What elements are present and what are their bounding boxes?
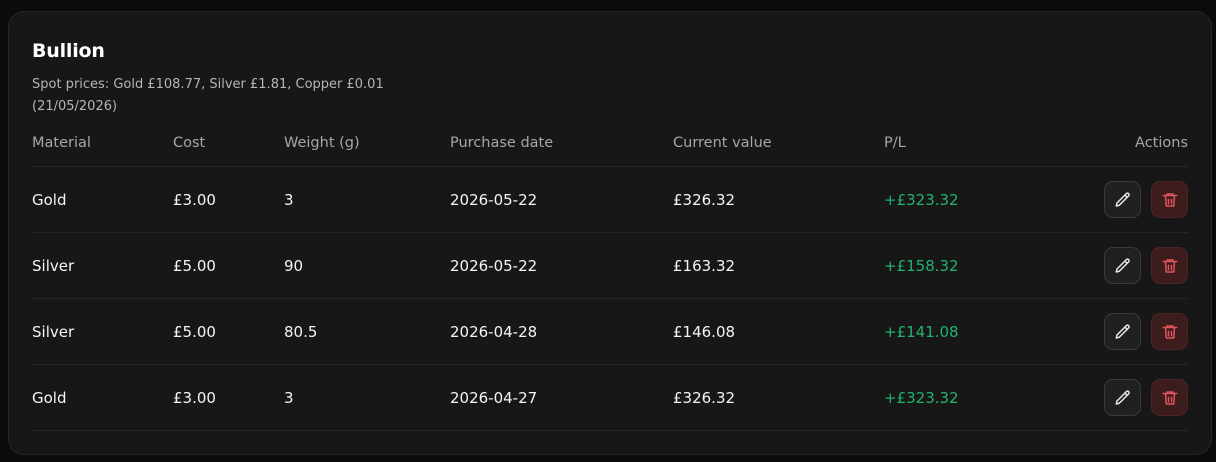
table-header: Material Cost Weight (g) Purchase date C…	[32, 134, 1188, 167]
delete-button[interactable]	[1151, 181, 1188, 218]
weight-cell: 80.5	[284, 322, 318, 341]
actions-cell	[1104, 365, 1188, 430]
trash-icon	[1162, 258, 1177, 273]
column-header-actions: Actions	[1135, 135, 1188, 151]
table-row: Gold £3.00 3 2026-05-22 £326.32 +£323.32	[32, 167, 1188, 233]
current-value-cell: £146.08	[673, 322, 736, 341]
pl-cell: +£158.32	[884, 256, 959, 275]
pl-cell: +£323.32	[884, 388, 959, 407]
trash-icon	[1162, 324, 1177, 339]
purchase-date-cell: 2026-04-28	[450, 322, 538, 341]
pl-cell: +£323.32	[884, 190, 959, 209]
bullion-card: Bullion Spot prices: Gold £108.77, Silve…	[8, 11, 1212, 455]
purchase-date-cell: 2026-05-22	[450, 256, 538, 275]
spot-prices-text: Spot prices: Gold £108.77, Silver £1.81,…	[32, 77, 384, 114]
edit-button[interactable]	[1104, 181, 1141, 218]
bullion-table: Material Cost Weight (g) Purchase date C…	[32, 134, 1188, 431]
table-row: Gold £3.00 3 2026-04-27 £326.32 +£323.32	[32, 365, 1188, 431]
pencil-icon	[1115, 389, 1130, 405]
actions-cell	[1104, 167, 1188, 232]
material-cell: Gold	[32, 388, 67, 407]
purchase-date-cell: 2026-05-22	[450, 190, 538, 209]
material-cell: Gold	[32, 190, 67, 209]
trash-icon	[1162, 390, 1177, 405]
cost-cell: £3.00	[173, 190, 216, 209]
trash-icon	[1162, 192, 1177, 207]
column-header-current-value: Current value	[673, 135, 772, 151]
pencil-icon	[1115, 257, 1130, 273]
edit-button[interactable]	[1104, 313, 1141, 350]
table-row: Silver £5.00 80.5 2026-04-28 £146.08 +£1…	[32, 299, 1188, 365]
column-header-purchase-date: Purchase date	[450, 135, 554, 151]
delete-button[interactable]	[1151, 313, 1188, 350]
delete-button[interactable]	[1151, 379, 1188, 416]
cost-cell: £5.00	[173, 322, 216, 341]
material-cell: Silver	[32, 256, 75, 275]
cost-cell: £3.00	[173, 388, 216, 407]
column-header-pl: P/L	[884, 135, 906, 151]
current-value-cell: £163.32	[673, 256, 736, 275]
cost-cell: £5.00	[173, 256, 216, 275]
pl-cell: +£141.08	[884, 322, 959, 341]
weight-cell: 3	[284, 388, 294, 407]
pencil-icon	[1115, 191, 1130, 207]
material-cell: Silver	[32, 322, 75, 341]
actions-cell	[1104, 233, 1188, 298]
delete-button[interactable]	[1151, 247, 1188, 284]
actions-cell	[1104, 299, 1188, 364]
current-value-cell: £326.32	[673, 388, 736, 407]
weight-cell: 90	[284, 256, 304, 275]
pencil-icon	[1115, 323, 1130, 339]
edit-button[interactable]	[1104, 379, 1141, 416]
column-header-material: Material	[32, 135, 91, 151]
purchase-date-cell: 2026-04-27	[450, 388, 538, 407]
column-header-cost: Cost	[173, 135, 206, 151]
card-title: Bullion	[32, 40, 105, 62]
table-row: Silver £5.00 90 2026-05-22 £163.32 +£158…	[32, 233, 1188, 299]
weight-cell: 3	[284, 190, 294, 209]
edit-button[interactable]	[1104, 247, 1141, 284]
column-header-weight: Weight (g)	[284, 135, 360, 151]
current-value-cell: £326.32	[673, 190, 736, 209]
